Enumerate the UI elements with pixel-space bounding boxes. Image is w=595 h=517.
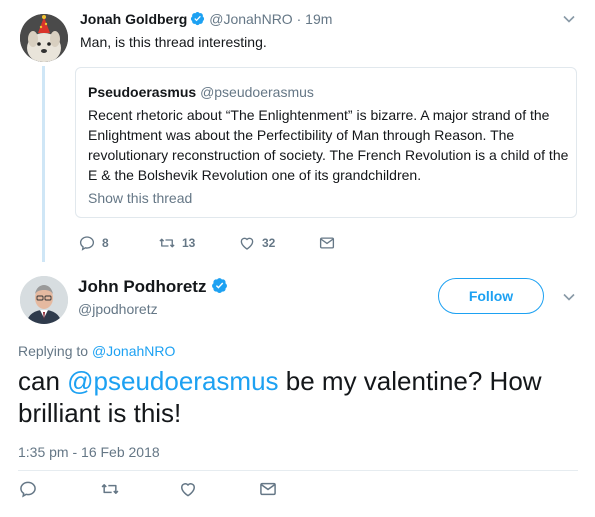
reply-button[interactable]: 8: [78, 233, 109, 253]
dog-avatar-icon: [20, 14, 68, 62]
divider: [18, 470, 578, 471]
tweet-actions: 8 13 32: [78, 233, 378, 253]
thread-connector-line: [42, 66, 45, 262]
tweet-actions: [18, 479, 318, 501]
envelope-icon: [319, 237, 335, 249]
avatar[interactable]: [20, 14, 68, 62]
like-count: 32: [262, 236, 276, 250]
quoted-author-handle: @pseudoerasmus: [200, 84, 314, 100]
author-name-text: John Podhoretz: [78, 277, 207, 296]
separator: ·: [296, 11, 302, 27]
chevron-down-icon[interactable]: [562, 12, 576, 26]
like-button[interactable]: 32: [238, 233, 275, 253]
verified-badge-icon: [212, 278, 228, 293]
person-avatar-icon: [20, 276, 68, 324]
replying-handle-link[interactable]: @JonahNRO: [92, 343, 175, 359]
tweet-text: can @pseudoerasmus be my valentine? How …: [18, 365, 578, 429]
avatar[interactable]: [20, 276, 68, 324]
retweet-button[interactable]: 13: [158, 233, 195, 253]
retweet-button[interactable]: [100, 479, 120, 499]
retweet-count: 13: [182, 236, 196, 250]
follow-button[interactable]: Follow: [438, 278, 544, 314]
quoted-tweet-text: Recent rhetoric about “The Enlightenment…: [88, 107, 569, 183]
quoted-tweet-header: Pseudoerasmus @pseudoerasmus: [88, 83, 314, 101]
envelope-icon: [260, 482, 276, 496]
retweet-icon: [101, 484, 119, 494]
author-name[interactable]: John Podhoretz: [78, 276, 228, 298]
reply-button[interactable]: [18, 479, 38, 499]
replying-prefix: Replying to: [18, 343, 89, 359]
retweet-icon: [159, 238, 175, 248]
tweet-jonah-goldberg: Jonah Goldberg @JonahNRO · 19m Man, is t…: [0, 0, 595, 262]
chevron-down-icon[interactable]: [562, 290, 576, 304]
quoted-author-name: Pseudoerasmus: [88, 84, 197, 100]
verified-badge-icon: [191, 11, 205, 26]
direct-message-button[interactable]: [258, 479, 278, 499]
reply-icon: [20, 481, 36, 498]
tweet-timestamp[interactable]: 1:35 pm - 16 Feb 2018: [18, 443, 160, 461]
show-thread-link[interactable]: Show this thread: [88, 189, 192, 207]
mention-link[interactable]: @pseudoerasmus: [67, 366, 278, 396]
like-button[interactable]: [178, 479, 198, 499]
tweet-time[interactable]: 19m: [305, 11, 332, 27]
heart-icon: [240, 237, 254, 250]
tweet-text: Man, is this thread interesting.: [80, 34, 267, 50]
author-handle[interactable]: @jpodhoretz: [78, 300, 158, 318]
tweet-header: Jonah Goldberg @JonahNRO · 19m: [80, 10, 332, 28]
reply-icon: [79, 236, 95, 251]
tweet-text-start: can: [18, 366, 68, 396]
heart-icon: [180, 483, 196, 497]
reply-count: 8: [102, 236, 109, 250]
replying-to: Replying to @JonahNRO: [18, 342, 175, 360]
author-handle[interactable]: @JonahNRO: [209, 11, 292, 27]
quoted-tweet-card[interactable]: Pseudoerasmus @pseudoerasmus Recent rhet…: [75, 67, 577, 218]
author-name[interactable]: Jonah Goldberg: [80, 11, 187, 27]
direct-message-button[interactable]: [318, 233, 336, 253]
